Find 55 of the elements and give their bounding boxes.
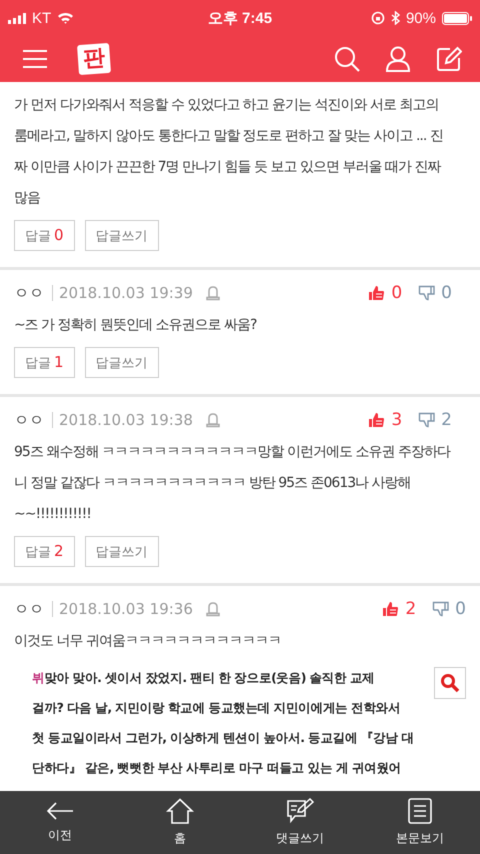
dislike-count: 2 [441,410,452,430]
thumbs-up-icon[interactable] [368,412,386,428]
quote-line: 단하다』 같은, 뻣뻣한 부산 사투리로 마구 떠들고 있는 게 귀여웠어 [32,760,402,775]
status-time: 오후 7:45 [208,8,272,28]
like-count: 2 [405,599,416,619]
bluetooth-icon [390,11,400,25]
thumbs-down-icon[interactable] [418,285,436,301]
quote-line: 맞아 맞아. 셋이서 잤었지. 팬티 한 장으로(웃음) 솔직한 교제 [44,670,375,685]
comment-text: 가 먼저 다가와줘서 적응할 수 있었다고 하고 윤기는 석진이와 서로 최고의 룸메라고, 말하지 않아도 통한다고 말할 정도로 편하고 잘 맞는 사이고 ... 진짜 이만큼 사이가 끈끈한 7명 만나기 힘들 듯 보고 있으면 부러울 때가 진짜 많음 [14,96,444,208]
dislike-count: 0 [441,283,452,303]
replies-button[interactable]: 답글 1 [14,347,75,378]
like-count: 0 [391,283,402,303]
comment-text: ~즈 가 정확히 뭔뜻인데 소유권으로 싸움? [14,316,258,335]
app-logo[interactable]: 판 [77,42,111,76]
home-icon [166,798,194,824]
comment-text: 이것도 너무 귀여움ㅋㅋㅋㅋㅋㅋㅋㅋㅋㅋㅋㅋ [14,632,282,651]
nav-button[interactable]: 이전 [0,791,120,854]
author-name: ㅇㅇ [14,412,53,428]
author-name: ㅇㅇ [14,285,53,301]
nav-button[interactable]: 홈 [120,791,240,854]
write-reply-button[interactable]: 답글쓰기 [84,220,159,251]
document-icon [408,798,432,824]
bell-icon [204,601,221,617]
comment-date: 2018.10.03 19:36 [59,600,193,618]
speaker-name: 뷔 [32,670,44,685]
rotation-lock-icon [370,11,385,25]
replies-button[interactable]: 답글 0 [14,220,75,251]
thumbs-down-icon[interactable] [418,412,436,428]
thumbs-down-icon[interactable] [432,601,450,617]
battery-icon [442,12,472,24]
quote-line: 첫 등교일이라서 그런가, 이상하게 텐션이 높아서. 등교길에 『강남 대 [32,730,414,745]
wifi-icon [57,12,74,24]
comment-text: 95즈 왜수정해 ㅋㅋㅋㅋㅋㅋㅋㅋㅋㅋㅋㅋ망할 이런거에도 소유권 주장하다니 정말 같잖다 ㅋㅋㅋㅋㅋㅋㅋㅋㅋㅋㅋ 방탄 95즈 존0613나 사랑해~~!!!!!!!!!!!! [14,443,452,524]
bell-icon [204,412,221,428]
nav-button[interactable]: 댓글쓰기 [240,791,360,854]
nav-button[interactable]: 본문보기 [360,791,480,854]
replies-button[interactable]: 답글 2 [14,536,75,567]
zoom-button[interactable] [434,667,466,699]
like-count: 3 [391,410,402,430]
signal-icon [8,12,26,24]
thumbs-up-icon[interactable] [368,285,386,301]
bell-icon [204,285,221,301]
write-reply-button[interactable]: 답글쓰기 [84,536,159,567]
author-name: ㅇㅇ [14,601,53,617]
back-arrow-icon [46,801,74,821]
comment-date: 2018.10.03 19:39 [59,284,193,302]
search-icon [440,673,460,693]
thumbs-up-icon[interactable] [382,601,400,617]
comment-date: 2018.10.03 19:38 [59,411,193,429]
write-reply-button[interactable]: 답글쓰기 [84,347,159,378]
battery-percent: 90% [406,10,436,26]
dislike-count: 0 [455,599,466,619]
comment-write-icon [286,798,314,824]
carrier-name: KT [32,10,52,26]
quote-line: 걸까? 다음 날, 지민이랑 학교에 등교했는데 지민이에게는 전학와서 [32,700,400,715]
